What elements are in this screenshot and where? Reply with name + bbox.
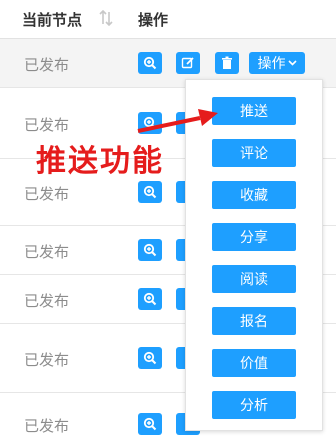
annotation-arrow — [137, 109, 218, 133]
annotation-label: 推送功能 — [36, 145, 164, 178]
